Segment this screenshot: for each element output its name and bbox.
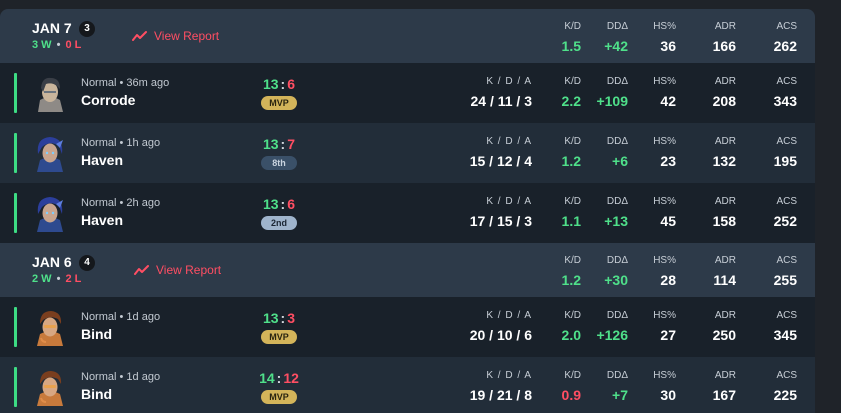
adr-stat: ADR 158 <box>712 196 736 229</box>
view-report-label: View Report <box>154 29 220 43</box>
match-mode-time: Normal • 2h ago <box>81 197 161 209</box>
match-count-badge: 3 <box>79 21 95 37</box>
day-adr-stat: ADR 114 <box>713 255 736 288</box>
match-mode-time: Normal • 1h ago <box>81 137 161 149</box>
match-history-panel: JAN 7 3 3 W • 0 L View Report K/D 1.5 DDΔ +4… <box>0 9 815 413</box>
match-mode-time: Normal • 1d ago <box>81 311 161 323</box>
day-date: JAN 7 <box>32 20 72 36</box>
match-row[interactable]: Normal • 1d ago Bind 14:12 MVP K / D / A… <box>0 357 815 413</box>
map-name: Corrode <box>81 92 136 108</box>
adr-stat: ADR 250 <box>712 310 736 343</box>
view-report-label: View Report <box>156 263 222 277</box>
win-loss-summary: 3 W • 0 L <box>32 39 82 51</box>
match-score: 13:3 <box>262 310 296 326</box>
match-score: 14:12 <box>259 370 299 386</box>
match-mode-time: Normal • 36m ago <box>81 77 170 89</box>
match-score: 13:6 <box>262 76 296 92</box>
match-row[interactable]: Normal • 2h ago Haven 13:6 2nd K / D / A… <box>0 183 815 243</box>
adr-stat: ADR 132 <box>712 136 736 169</box>
agent-portrait-icon <box>32 74 68 112</box>
win-indicator <box>14 307 17 347</box>
win-loss-summary: 2 W • 2 L <box>32 273 82 285</box>
match-mode-time: Normal • 1d ago <box>81 371 161 383</box>
wins-count: 2 W <box>32 273 52 285</box>
agent-portrait-icon <box>32 134 68 172</box>
day-acs-stat: ACS 255 <box>773 255 797 288</box>
placement-badge: MVP <box>261 330 297 344</box>
day-header-jan6: JAN 6 4 2 W • 2 L View Report K/D 1.2 DDΔ +3… <box>0 243 815 297</box>
day-adr-stat: ADR 166 <box>712 21 736 54</box>
wins-count: 3 W <box>32 39 52 51</box>
acs-stat: ACS 345 <box>773 310 797 343</box>
day-acs-stat: ACS 262 <box>773 21 797 54</box>
match-count-badge: 4 <box>79 255 95 271</box>
map-name: Haven <box>81 212 124 228</box>
agent-portrait-icon <box>32 308 68 346</box>
placement-badge: MVP <box>261 96 297 110</box>
adr-stat: ADR 208 <box>712 76 736 109</box>
map-name: Haven <box>81 152 124 168</box>
adr-stat: ADR 167 <box>712 370 736 403</box>
view-report-link[interactable]: View Report <box>134 262 221 278</box>
day-header-jan7: JAN 7 3 3 W • 0 L View Report K/D 1.5 DDΔ +4… <box>0 9 815 63</box>
losses-count: 0 L <box>65 39 82 51</box>
placement-badge: 2nd <box>261 216 297 230</box>
win-indicator <box>14 133 17 173</box>
placement-badge: MVP <box>261 390 297 404</box>
match-score: 13:6 <box>262 196 296 212</box>
trend-up-icon <box>134 265 149 275</box>
placement-badge: 8th <box>261 156 297 170</box>
view-report-link[interactable]: View Report <box>132 28 219 44</box>
match-score: 13:7 <box>262 136 296 152</box>
acs-stat: ACS 343 <box>773 76 797 109</box>
win-indicator <box>14 73 17 113</box>
trend-up-icon <box>132 31 147 41</box>
win-indicator <box>14 367 17 407</box>
agent-portrait-icon <box>32 368 68 406</box>
acs-stat: ACS 252 <box>773 196 797 229</box>
map-name: Bind <box>81 386 113 402</box>
win-indicator <box>14 193 17 233</box>
map-name: Bind <box>81 326 113 342</box>
acs-stat: ACS 195 <box>773 136 797 169</box>
match-row[interactable]: Normal • 1d ago Bind 13:3 MVP K / D / A2… <box>0 297 815 357</box>
match-row[interactable]: Normal • 1h ago Haven 13:7 8th K / D / A… <box>0 123 815 183</box>
losses-count: 2 L <box>65 273 82 285</box>
acs-stat: ACS 225 <box>773 370 797 403</box>
match-row[interactable]: Normal • 36m ago Corrode 13:6 MVP K / D … <box>0 63 815 123</box>
day-date: JAN 6 <box>32 254 72 270</box>
agent-portrait-icon <box>32 194 68 232</box>
